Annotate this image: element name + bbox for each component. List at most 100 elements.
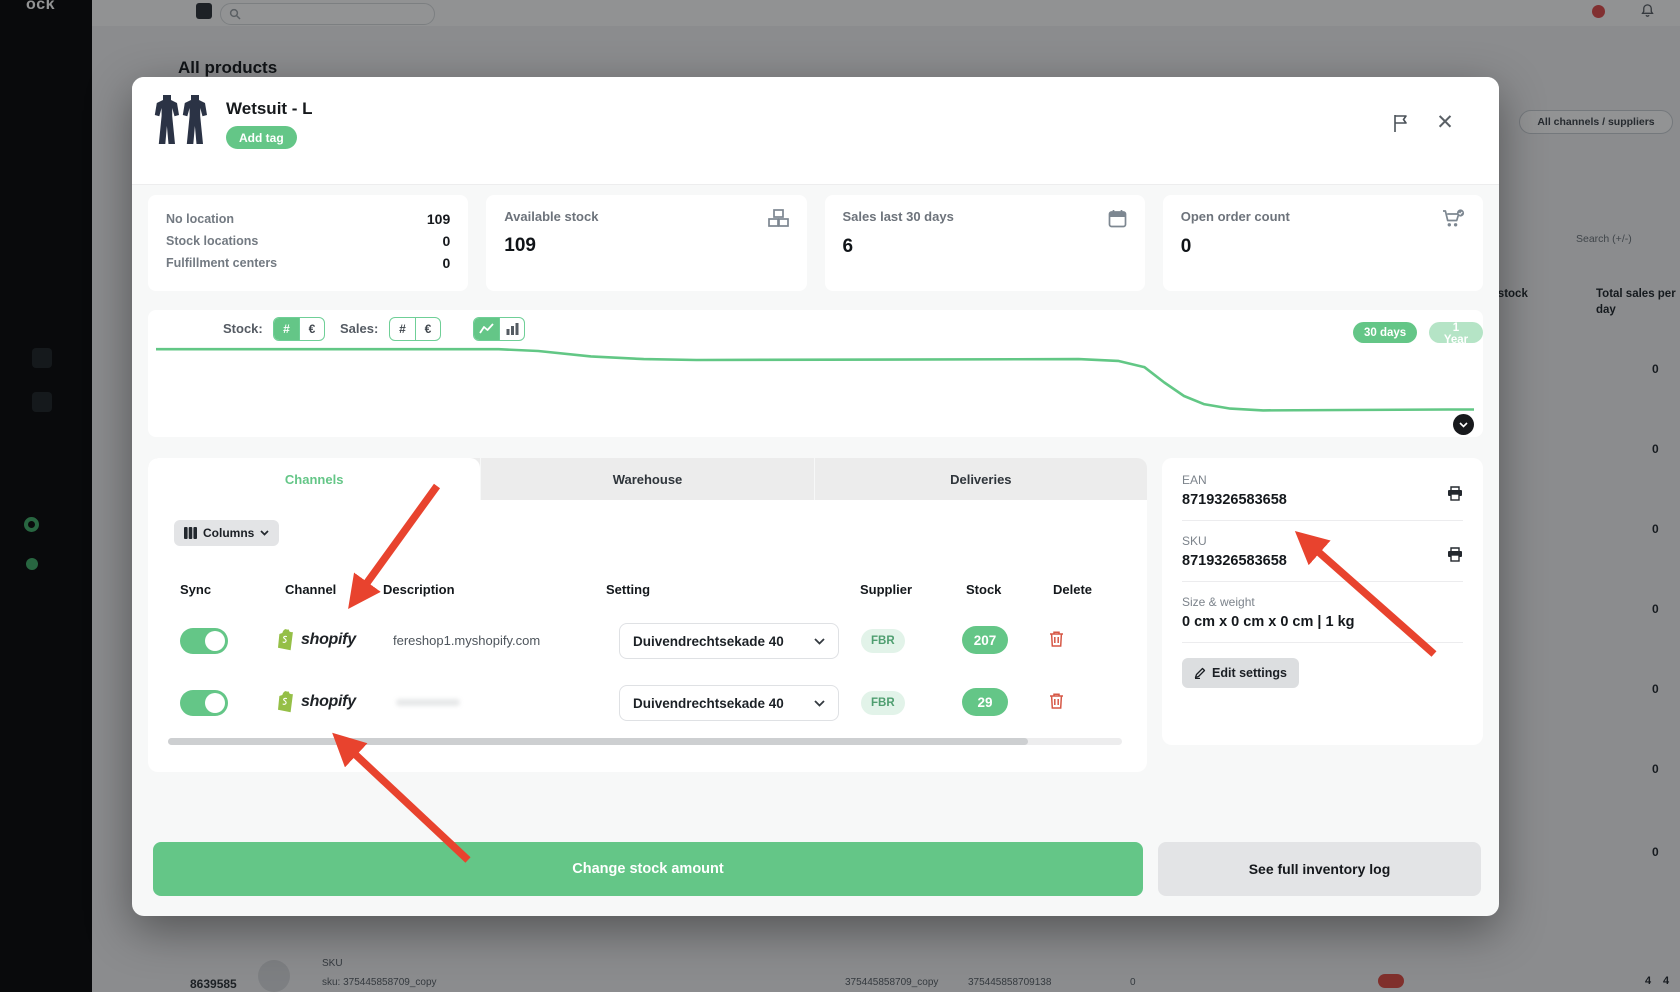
channels-panel: Columns Sync Channel Description Setting… bbox=[148, 500, 1147, 772]
stat-value: 109 bbox=[504, 235, 788, 257]
setting-dropdown-value: Duivendrechtsekade 40 bbox=[633, 696, 784, 711]
sync-toggle[interactable] bbox=[180, 690, 228, 716]
size-weight-value: 0 cm x 0 cm x 0 cm | 1 kg bbox=[1182, 614, 1463, 630]
edit-settings-button[interactable]: Edit settings bbox=[1182, 658, 1299, 688]
ean-block: EAN 8719326583658 bbox=[1182, 460, 1463, 521]
screen: ock All products All channels / supplier… bbox=[0, 0, 1680, 992]
print-ean-button[interactable] bbox=[1447, 486, 1463, 504]
stock-line bbox=[156, 349, 1474, 410]
sku-value: 8719326583658 bbox=[1182, 553, 1463, 569]
supplier-badge: FBR bbox=[861, 691, 905, 715]
ean-label: EAN bbox=[1182, 473, 1463, 487]
stock-count-option[interactable]: # bbox=[274, 318, 299, 340]
header-setting: Setting bbox=[606, 582, 650, 597]
stat-label: Stock locations bbox=[166, 230, 258, 252]
sales-unit-toggle: # € bbox=[389, 317, 441, 341]
boxes-icon bbox=[768, 209, 789, 227]
sales-card: Sales last 30 days 6 bbox=[825, 195, 1145, 291]
add-tag-button[interactable]: Add tag bbox=[226, 126, 297, 149]
columns-button-label: Columns bbox=[203, 526, 254, 540]
stock-unit-toggle: # € bbox=[273, 317, 325, 341]
header-description: Description bbox=[383, 582, 455, 597]
stock-amount-badge: 207 bbox=[962, 626, 1008, 654]
tab-bar: Channels Warehouse Deliveries bbox=[148, 458, 1147, 500]
shopify-logo-icon: shopify bbox=[278, 629, 356, 651]
available-stock-card: Available stock 109 bbox=[486, 195, 806, 291]
product-title: Wetsuit - L bbox=[226, 99, 313, 119]
header-delete: Delete bbox=[1053, 582, 1092, 597]
delete-channel-button[interactable] bbox=[1048, 630, 1065, 651]
scrollbar-thumb[interactable] bbox=[168, 738, 1028, 745]
stock-toggle-label: Stock: bbox=[223, 321, 263, 336]
close-icon[interactable]: ✕ bbox=[1430, 107, 1460, 137]
ean-value: 8719326583658 bbox=[1182, 492, 1463, 508]
stock-locations-card: No location109 Stock locations0 Fulfillm… bbox=[148, 195, 468, 291]
range-30-days-button[interactable]: 30 days bbox=[1353, 322, 1417, 343]
size-weight-block: Size & weight 0 cm x 0 cm x 0 cm | 1 kg bbox=[1182, 582, 1463, 643]
header-sync: Sync bbox=[180, 582, 211, 597]
tab-deliveries[interactable]: Deliveries bbox=[814, 458, 1147, 500]
stock-history-chart bbox=[156, 342, 1474, 432]
see-inventory-log-button[interactable]: See full inventory log bbox=[1158, 842, 1481, 896]
stock-euro-option[interactable]: € bbox=[299, 318, 324, 340]
cart-check-icon bbox=[1442, 209, 1465, 228]
shopify-wordmark: shopify bbox=[301, 631, 356, 649]
stat-label: Fulfillment centers bbox=[166, 252, 277, 274]
stock-amount-badge: 29 bbox=[962, 688, 1008, 716]
sku-label: SKU bbox=[1182, 534, 1463, 548]
trash-icon bbox=[1048, 630, 1065, 648]
stat-value: 109 bbox=[427, 208, 450, 230]
stat-value: 0 bbox=[442, 230, 450, 252]
delete-channel-button[interactable] bbox=[1048, 692, 1065, 713]
tab-warehouse[interactable]: Warehouse bbox=[480, 458, 813, 500]
change-stock-amount-button[interactable]: Change stock amount bbox=[153, 842, 1143, 896]
line-chart-icon[interactable] bbox=[474, 318, 499, 340]
header-channel: Channel bbox=[285, 582, 336, 597]
edit-settings-label: Edit settings bbox=[1212, 666, 1287, 680]
stat-label: Sales last 30 days bbox=[843, 209, 954, 224]
size-weight-label: Size & weight bbox=[1182, 595, 1463, 609]
bar-chart-icon[interactable] bbox=[499, 318, 524, 340]
channel-description: fereshop1.myshopify.com bbox=[393, 633, 540, 648]
calendar-icon bbox=[1108, 209, 1127, 228]
sku-block: SKU 8719326583658 bbox=[1182, 521, 1463, 582]
tab-channels[interactable]: Channels bbox=[148, 458, 480, 500]
setting-dropdown[interactable]: Duivendrechtsekade 40 bbox=[619, 685, 839, 721]
supplier-badge: FBR bbox=[861, 629, 905, 653]
sales-count-option[interactable]: # bbox=[390, 318, 415, 340]
open-orders-card: Open order count 0 bbox=[1163, 195, 1483, 291]
range-1-year-button[interactable]: 1 Year bbox=[1429, 322, 1483, 343]
stat-label: Available stock bbox=[504, 209, 598, 224]
shopify-logo-icon: shopify bbox=[278, 691, 356, 713]
trash-icon bbox=[1048, 692, 1065, 710]
sync-toggle[interactable] bbox=[180, 628, 228, 654]
shopify-wordmark: shopify bbox=[301, 693, 356, 711]
columns-icon bbox=[184, 527, 197, 539]
sales-toggle-label: Sales: bbox=[340, 321, 378, 336]
expand-chart-button[interactable] bbox=[1453, 414, 1474, 435]
stat-label: Open order count bbox=[1181, 209, 1290, 224]
chevron-down-icon bbox=[260, 530, 269, 536]
columns-button[interactable]: Columns bbox=[174, 520, 279, 546]
pencil-icon bbox=[1194, 667, 1206, 679]
chevron-down-icon bbox=[814, 638, 825, 645]
stat-value: 0 bbox=[442, 252, 450, 274]
setting-dropdown-value: Duivendrechtsekade 40 bbox=[633, 634, 784, 649]
modal-header: Wetsuit - L Add tag ✕ bbox=[132, 77, 1499, 185]
redacted-description bbox=[396, 699, 460, 706]
setting-dropdown[interactable]: Duivendrechtsekade 40 bbox=[619, 623, 839, 659]
sales-euro-option[interactable]: € bbox=[415, 318, 440, 340]
stat-value: 6 bbox=[843, 236, 1127, 258]
product-details-panel: EAN 8719326583658 SKU 8719326583658 Size… bbox=[1162, 458, 1483, 745]
header-supplier: Supplier bbox=[860, 582, 912, 597]
channel-row: shopify fereshop1.myshopify.com Duivendr… bbox=[148, 612, 1147, 670]
horizontal-scrollbar[interactable] bbox=[168, 738, 1122, 745]
print-sku-button[interactable] bbox=[1447, 547, 1463, 565]
printer-icon bbox=[1447, 486, 1463, 501]
channel-row: shopify Duivendrechtsekade 40 FBR 29 bbox=[148, 674, 1147, 732]
printer-icon bbox=[1447, 547, 1463, 562]
header-stock: Stock bbox=[966, 582, 1001, 597]
chevron-down-icon bbox=[814, 700, 825, 707]
product-image-wetsuit bbox=[152, 93, 216, 155]
flag-icon[interactable] bbox=[1388, 111, 1414, 137]
